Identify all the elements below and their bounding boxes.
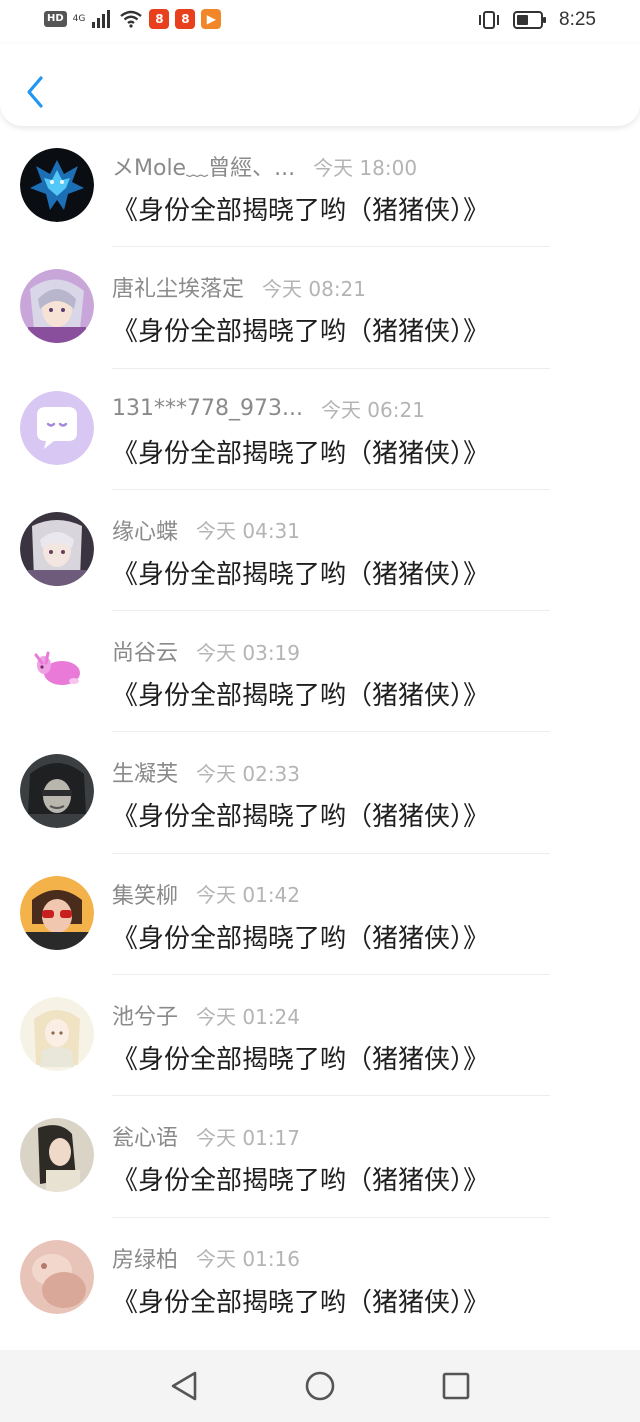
list-item[interactable]: 生凝芙 今天 02:33 《身份全部揭晓了哟（猪猪侠）》 bbox=[0, 732, 640, 854]
username: 房绿柏 bbox=[112, 1247, 179, 1273]
message-meta: 瓮心语 今天 01:17 bbox=[112, 1120, 300, 1152]
timestamp: 今天 03:19 bbox=[196, 640, 301, 665]
status-right: 8:25 bbox=[477, 9, 596, 31]
message-text: 《身份全部揭晓了哟（猪猪侠）》 bbox=[112, 1045, 490, 1076]
timestamp: 今天 02:33 bbox=[196, 761, 301, 786]
username: 唐礼尘埃落定 bbox=[112, 277, 245, 303]
message-list: メMole﹏曾經、... 今天 18:00 《身份全部揭晓了哟（猪猪侠）》 唐礼… bbox=[0, 126, 640, 1339]
vibrate-icon bbox=[479, 11, 500, 29]
message-text: 《身份全部揭晓了哟（猪猪侠）》 bbox=[112, 802, 490, 833]
avatar[interactable] bbox=[20, 754, 94, 829]
message-text: 《身份全部揭晓了哟（猪猪侠）》 bbox=[112, 1166, 490, 1197]
message-meta: 唐礼尘埃落定 今天 08:21 bbox=[112, 271, 366, 303]
wifi-icon bbox=[120, 10, 143, 28]
nav-back-button[interactable] bbox=[164, 1366, 204, 1406]
message-text: 《身份全部揭晓了哟（猪猪侠）》 bbox=[112, 923, 490, 954]
battery-icon bbox=[513, 11, 547, 29]
username: 缘心蝶 bbox=[112, 519, 179, 545]
avatar[interactable] bbox=[20, 875, 94, 950]
app-notification-icon: 8 bbox=[175, 9, 196, 29]
nav-recents-button[interactable] bbox=[436, 1366, 476, 1406]
avatar[interactable] bbox=[20, 390, 94, 465]
status-bar: HD 4G 8 8 ▶ 8:25 bbox=[0, 0, 640, 44]
username: 生凝芙 bbox=[112, 762, 179, 788]
message-text: 《身份全部揭晓了哟（猪猪侠）》 bbox=[112, 559, 490, 590]
list-item[interactable]: 缘心蝶 今天 04:31 《身份全部揭晓了哟（猪猪侠）》 bbox=[0, 490, 640, 612]
list-item[interactable]: 尚谷云 今天 03:19 《身份全部揭晓了哟（猪猪侠）》 bbox=[0, 611, 640, 733]
message-meta: 生凝芙 今天 02:33 bbox=[112, 756, 300, 788]
avatar[interactable] bbox=[20, 1118, 94, 1193]
triangle-back-icon bbox=[171, 1371, 197, 1401]
timestamp: 今天 06:21 bbox=[320, 398, 425, 423]
message-meta: 集笑柳 今天 01:42 bbox=[112, 878, 300, 910]
message-meta: 池兮子 今天 01:24 bbox=[112, 999, 300, 1031]
avatar[interactable] bbox=[20, 1239, 94, 1314]
avatar[interactable] bbox=[20, 511, 94, 586]
back-button[interactable] bbox=[20, 72, 50, 112]
timestamp: 今天 18:00 bbox=[313, 155, 418, 180]
message-meta: 缘心蝶 今天 04:31 bbox=[112, 514, 300, 546]
status-time: 8:25 bbox=[559, 9, 596, 30]
list-item[interactable]: 唐礼尘埃落定 今天 08:21 《身份全部揭晓了哟（猪猪侠）》 bbox=[0, 247, 640, 369]
username: 池兮子 bbox=[112, 1005, 179, 1031]
list-item[interactable]: 131***778_973... 今天 06:21 《身份全部揭晓了哟（猪猪侠）… bbox=[0, 369, 640, 490]
list-item[interactable]: 房绿柏 今天 01:16 《身份全部揭晓了哟（猪猪侠）》 bbox=[0, 1218, 640, 1339]
timestamp: 今天 08:21 bbox=[262, 276, 367, 301]
square-recents-icon bbox=[442, 1372, 470, 1400]
message-meta: 尚谷云 今天 03:19 bbox=[112, 635, 300, 667]
message-text: 《身份全部揭晓了哟（猪猪侠）》 bbox=[112, 438, 490, 469]
page-header bbox=[0, 44, 640, 126]
message-text: 《身份全部揭晓了哟（猪猪侠）》 bbox=[112, 196, 490, 226]
message-text: 《身份全部揭晓了哟（猪猪侠）》 bbox=[112, 681, 490, 712]
app-notification-icon: 8 bbox=[149, 9, 170, 29]
message-text: 《身份全部揭晓了哟（猪猪侠）》 bbox=[112, 1287, 490, 1318]
timestamp: 今天 04:31 bbox=[196, 519, 301, 544]
avatar[interactable] bbox=[20, 997, 94, 1072]
hd-icon: HD bbox=[44, 11, 67, 27]
timestamp: 今天 01:16 bbox=[196, 1247, 301, 1272]
network-type-label: 4G bbox=[72, 13, 86, 24]
signal-icon bbox=[92, 10, 111, 28]
message-meta: 131***778_973... 今天 06:21 bbox=[112, 393, 425, 425]
list-item[interactable]: 池兮子 今天 01:24 《身份全部揭晓了哟（猪猪侠）》 bbox=[0, 975, 640, 1097]
nav-home-button[interactable] bbox=[300, 1366, 340, 1406]
timestamp: 今天 01:24 bbox=[196, 1004, 301, 1029]
username: 集笑柳 bbox=[112, 883, 179, 909]
username: 131***778_973... bbox=[112, 396, 303, 422]
avatar[interactable] bbox=[20, 633, 94, 708]
avatar[interactable] bbox=[20, 269, 94, 344]
video-app-icon: ▶ bbox=[201, 9, 222, 29]
username: 尚谷云 bbox=[112, 641, 179, 667]
circle-home-icon bbox=[305, 1371, 335, 1401]
status-left: HD 4G 8 8 ▶ bbox=[44, 9, 222, 29]
network-label: 4G bbox=[72, 13, 86, 24]
username: 瓮心语 bbox=[112, 1126, 179, 1152]
avatar[interactable] bbox=[20, 148, 94, 222]
message-meta: メMole﹏曾經、... 今天 18:00 bbox=[112, 150, 417, 182]
timestamp: 今天 01:42 bbox=[196, 883, 301, 908]
message-text: 《身份全部揭晓了哟（猪猪侠）》 bbox=[112, 317, 490, 348]
username: メMole﹏曾經、... bbox=[112, 156, 296, 181]
message-meta: 房绿柏 今天 01:16 bbox=[112, 1242, 300, 1274]
list-item[interactable]: 集笑柳 今天 01:42 《身份全部揭晓了哟（猪猪侠）》 bbox=[0, 854, 640, 976]
list-item[interactable]: メMole﹏曾經、... 今天 18:00 《身份全部揭晓了哟（猪猪侠）》 bbox=[0, 126, 640, 248]
chevron-left-icon bbox=[27, 76, 43, 108]
list-item[interactable]: 瓮心语 今天 01:17 《身份全部揭晓了哟（猪猪侠）》 bbox=[0, 1096, 640, 1218]
timestamp: 今天 01:17 bbox=[196, 1125, 301, 1150]
system-nav-bar bbox=[0, 1350, 640, 1422]
